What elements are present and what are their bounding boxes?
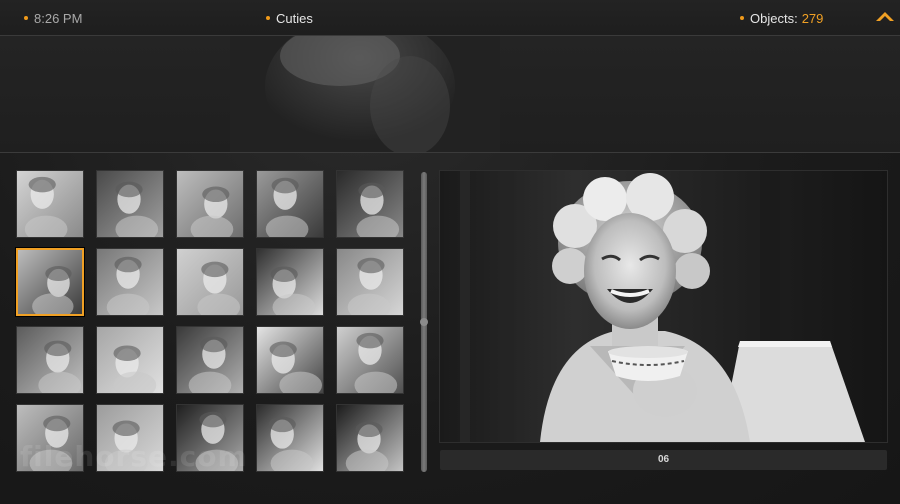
thumbnail-image (17, 327, 83, 393)
thumbnail-item[interactable] (336, 326, 404, 394)
thumbnail-item[interactable] (96, 326, 164, 394)
thumbnail-image (337, 249, 403, 315)
thumbnail-image (177, 327, 243, 393)
thumbnail-image (18, 250, 82, 314)
thumbnail-image (257, 249, 323, 315)
album-title-text: Cuties (276, 11, 313, 26)
thumbnail-item[interactable] (256, 404, 324, 472)
preview-photo (440, 171, 887, 442)
thumbnail-image (177, 405, 243, 471)
album-title: Cuties (266, 11, 313, 27)
thumbnail-item[interactable] (176, 170, 244, 238)
thumbnail-item[interactable] (16, 170, 84, 238)
bullet-dot-icon (740, 15, 744, 20)
bullet-dot-icon (24, 15, 28, 20)
thumbnail-image (337, 327, 403, 393)
thumbnail-image (177, 249, 243, 315)
banner (0, 36, 900, 153)
bullet-dot-icon (266, 15, 270, 20)
chevron-up-icon (876, 12, 894, 21)
thumbnail-item[interactable] (336, 170, 404, 238)
thumbnail-image (257, 171, 323, 237)
thumbnail-grid (16, 170, 408, 474)
thumbnail-image (257, 405, 323, 471)
grid-scrollbar[interactable] (420, 172, 428, 472)
clock-text: 8:26 PM (34, 11, 83, 26)
thumbnail-item[interactable] (336, 248, 404, 316)
thumbnail-item[interactable] (176, 404, 244, 472)
thumbnail-image (257, 327, 323, 393)
top-bar: 8:26 PM Cuties Objects: 279 (0, 0, 900, 36)
thumbnail-item[interactable] (96, 248, 164, 316)
objects-counter: Objects: 279 (740, 11, 823, 27)
thumbnail-image (97, 327, 163, 393)
banner-background-image (230, 36, 500, 152)
thumbnail-item[interactable] (16, 404, 84, 472)
collapse-button[interactable] (874, 8, 896, 26)
thumbnail-item[interactable] (96, 404, 164, 472)
thumbnail-image (97, 405, 163, 471)
thumbnail-image (17, 171, 83, 237)
objects-count: 279 (801, 11, 824, 26)
photo-browser-app: 8:26 PM Cuties Objects: 279 06 (0, 0, 900, 504)
thumbnail-item[interactable] (176, 326, 244, 394)
thumbnail-image (17, 405, 83, 471)
thumbnail-item[interactable] (16, 326, 84, 394)
thumbnail-item[interactable] (96, 170, 164, 238)
thumbnail-item[interactable] (16, 248, 84, 316)
clock: 8:26 PM (24, 11, 82, 27)
thumbnail-image (337, 171, 403, 237)
thumbnail-item[interactable] (256, 248, 324, 316)
thumbnail-item[interactable] (256, 170, 324, 238)
thumbnail-item[interactable] (336, 404, 404, 472)
thumbnail-image (337, 405, 403, 471)
preview-caption: 06 (440, 450, 887, 470)
thumbnail-item[interactable] (256, 326, 324, 394)
thumbnail-item[interactable] (176, 248, 244, 316)
preview-image[interactable] (440, 171, 887, 442)
objects-label: Objects: (750, 11, 798, 26)
thumbnail-image (97, 249, 163, 315)
scrollbar-grip-icon[interactable] (420, 318, 428, 326)
thumbnail-image (177, 171, 243, 237)
thumbnail-image (97, 171, 163, 237)
